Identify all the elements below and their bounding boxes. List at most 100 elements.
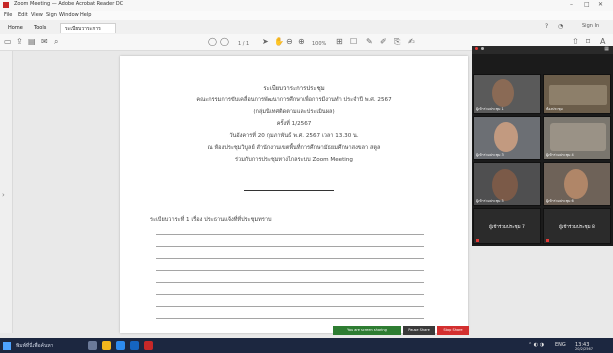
print-icon[interactable]: ▤ xyxy=(28,37,36,47)
blank-line xyxy=(156,318,424,319)
tab-bar: Home Tools ระเบียบวาระการประชุม... ? ◔ S… xyxy=(0,20,613,35)
stamp-icon[interactable]: ⎘ xyxy=(394,37,400,47)
participant-tile-2[interactable]: ห้องประชุม xyxy=(543,74,611,114)
participant-name-display: ผู้เข้าร่วมประชุม 7 xyxy=(489,225,525,230)
doc-line-group: (กลุ่มนิเทศติดตามและประเมินผล) xyxy=(253,109,335,115)
stop-share-button[interactable]: Stop Share xyxy=(437,326,469,335)
menu-edit[interactable]: Edit xyxy=(18,12,28,18)
record-dot-icon xyxy=(475,47,478,50)
acrobat-taskbar-icon[interactable] xyxy=(144,341,153,350)
edge-icon[interactable] xyxy=(116,341,125,350)
participant-video xyxy=(494,122,518,152)
zoom-out-icon[interactable]: ⊖ xyxy=(286,37,293,47)
language-indicator[interactable]: ENG xyxy=(555,342,566,348)
participant-video xyxy=(564,169,588,199)
maximize-icon[interactable]: □ xyxy=(584,1,590,8)
sign-in-link[interactable]: Sign In xyxy=(582,23,599,29)
meeting-room-video xyxy=(549,85,607,105)
meeting-room-video xyxy=(550,123,606,151)
menu-help[interactable]: Help xyxy=(80,12,91,18)
participant-name: ผู้เข้าร่วมประชุม 3 xyxy=(476,153,504,157)
view-dot-icon xyxy=(481,47,484,50)
participant-video xyxy=(492,169,518,201)
doc-line-venue: ณ ห้องประชุมวิบูลย์ สำนักงานเขตพื้นที่กา… xyxy=(207,145,381,151)
tray-icons[interactable]: ⌃ ◐ ◑ xyxy=(528,342,544,348)
expand-panel-icon[interactable]: › xyxy=(2,191,5,199)
zoom-share-controls: You are screen sharing Pause Share Stop … xyxy=(333,326,469,335)
participant-video xyxy=(492,79,514,107)
blank-line xyxy=(156,306,424,307)
tab-tools[interactable]: Tools xyxy=(30,23,54,33)
sign-icon[interactable]: ✍ xyxy=(408,37,415,47)
pause-share-button[interactable]: Pause Share xyxy=(403,326,435,335)
blank-line xyxy=(156,294,424,295)
participant-tile-1[interactable]: ผู้เข้าร่วมประชุม 1 xyxy=(473,74,541,114)
tab-document[interactable]: ระเบียบวาระการประชุม... xyxy=(60,23,116,33)
doc-line-zoom: ร่วมกับการประชุมทางไกลระบบ Zoom Meeting xyxy=(235,157,353,163)
muted-mic-icon xyxy=(546,239,549,242)
fit-page-icon[interactable]: ⊞ xyxy=(336,37,343,47)
participant-tile-3[interactable]: ผู้เข้าร่วมประชุม 3 xyxy=(473,116,541,160)
zoom-panel-header: ▦ xyxy=(472,46,613,54)
highlight-icon[interactable]: ✎ xyxy=(366,37,373,47)
document-page: ระเบียบวาระการประชุม คณะกรรมการขับเคลื่อ… xyxy=(120,56,468,333)
save-icon[interactable]: ▭ xyxy=(4,37,12,47)
muted-mic-icon xyxy=(476,239,479,242)
participant-tile-6[interactable]: ผู้เข้าร่วมประชุม 6 xyxy=(543,162,611,206)
menu-file[interactable]: File xyxy=(4,12,12,18)
blank-line xyxy=(156,282,424,283)
menu-sign[interactable]: Sign xyxy=(46,12,57,18)
participant-name: ผู้เข้าร่วมประชุม 1 xyxy=(476,107,504,111)
bell-icon[interactable]: ◔ xyxy=(558,23,563,30)
taskbar: พิมพ์ที่นี่เพื่อค้นหา ⌃ ◐ ◑ ENG 13:43 20… xyxy=(0,338,613,353)
page-up-icon[interactable]: ◯ xyxy=(208,37,217,47)
participant-tile-8[interactable]: ผู้เข้าร่วมประชุม 8 xyxy=(543,208,611,244)
upload-icon[interactable]: ⇪ xyxy=(16,37,23,47)
participant-name-display: ผู้เข้าร่วมประชุม 8 xyxy=(559,225,595,230)
hand-tool-icon[interactable]: ✋ xyxy=(274,37,284,47)
doc-line-date: วันอังคารที่ 20 กุมภาพันธ์ พ.ศ. 2567 เวล… xyxy=(229,133,359,139)
participant-name: ผู้เข้าร่วมประชุม 4 xyxy=(546,153,574,157)
participant-name: ห้องประชุม xyxy=(546,107,563,111)
menu-view[interactable]: View xyxy=(31,12,43,18)
participant-tile-5[interactable]: ผู้เข้าร่วมประชุม 5 xyxy=(473,162,541,206)
windows-start-icon[interactable] xyxy=(3,342,11,350)
menu-bar: File Edit View Sign Window Help xyxy=(0,11,613,20)
page-indicator[interactable]: 1 / 1 xyxy=(238,39,249,49)
menu-window[interactable]: Window xyxy=(59,12,79,18)
blank-line xyxy=(156,246,424,247)
doc-title: ระเบียบวาระการประชุม xyxy=(263,85,325,92)
page-down-icon[interactable]: ◯ xyxy=(220,37,229,47)
participant-tile-7[interactable]: ผู้เข้าร่วมประชุม 7 xyxy=(473,208,541,244)
help-icon[interactable]: ? xyxy=(545,23,548,30)
search-box[interactable]: พิมพ์ที่นี่เพื่อค้นหา xyxy=(16,342,53,350)
window-title: Zoom Meeting — Adobe Acrobat Reader DC xyxy=(14,1,124,7)
zoom-level[interactable]: 100% xyxy=(312,39,326,49)
close-icon[interactable]: ✕ xyxy=(598,1,603,8)
participant-name: ผู้เข้าร่วมประชุม 6 xyxy=(546,199,574,203)
search-icon[interactable]: ⌕ xyxy=(54,37,58,47)
blank-line xyxy=(156,258,424,259)
screen-sharing-indicator: You are screen sharing xyxy=(333,326,401,335)
tab-home[interactable]: Home xyxy=(4,23,28,33)
blank-line xyxy=(156,234,424,235)
agenda-item-1: ระเบียบวาระที่ 1 เรื่อง ประธานแจ้งที่ที่… xyxy=(150,217,272,223)
file-explorer-icon[interactable] xyxy=(102,341,111,350)
zoom-app-icon[interactable] xyxy=(130,341,139,350)
email-icon[interactable]: ✉ xyxy=(41,37,48,47)
left-panel-strip: › xyxy=(0,51,13,333)
clock-date[interactable]: 20/2/2567 xyxy=(575,347,593,351)
doc-line-committee: คณะกรรมการขับเคลื่อนการพัฒนาการศึกษาเพื่… xyxy=(196,97,392,103)
grid-view-icon[interactable]: ▦ xyxy=(604,46,609,52)
acrobat-icon xyxy=(3,2,9,8)
participant-name: ผู้เข้าร่วมประชุม 5 xyxy=(476,199,504,203)
task-view-icon[interactable] xyxy=(88,341,97,350)
zoom-gallery-panel[interactable]: ▦ ผู้เข้าร่วมประชุม 1 ห้องประชุม ผู้เข้า… xyxy=(472,46,613,246)
select-cursor-icon[interactable]: ➤ xyxy=(262,37,269,47)
participant-tile-4[interactable]: ผู้เข้าร่วมประชุม 4 xyxy=(543,116,611,160)
zoom-in-icon[interactable]: ⊕ xyxy=(298,37,305,47)
minimize-icon[interactable]: – xyxy=(570,1,573,8)
draw-icon[interactable]: ✐ xyxy=(380,37,387,47)
comment-icon[interactable]: ☐ xyxy=(350,37,357,47)
blank-line xyxy=(156,270,424,271)
